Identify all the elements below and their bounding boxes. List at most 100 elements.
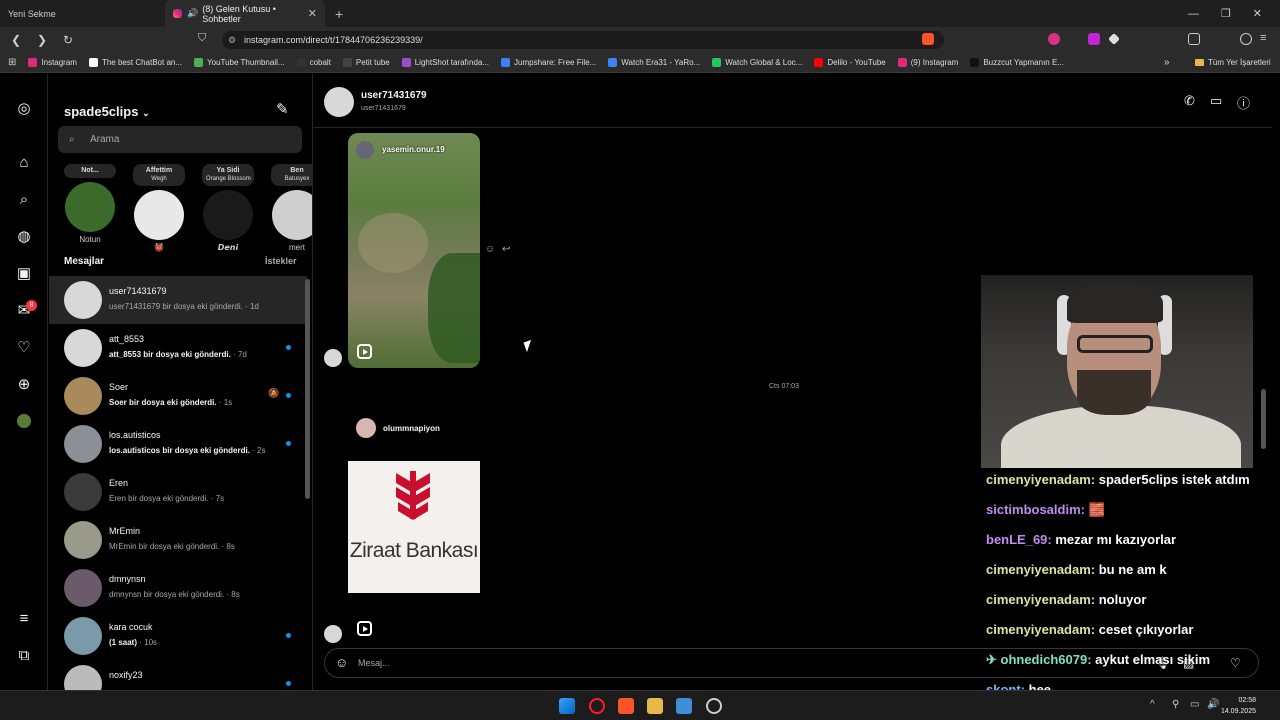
emoji-icon[interactable]: ☺	[335, 655, 348, 670]
explore-icon[interactable]: ◍	[15, 228, 33, 246]
monitor-icon[interactable]: ▭	[1190, 699, 1199, 710]
close-tab-icon[interactable]: ✕	[308, 7, 317, 20]
more-menu-icon[interactable]: ≡	[15, 610, 33, 628]
tab-new-tab[interactable]: Yeni Sekme	[0, 0, 165, 27]
react-emoji-icon[interactable]: ☺	[485, 244, 495, 255]
system-clock[interactable]: 02:58 14.09.2025	[1221, 695, 1256, 717]
conversation-row[interactable]: att_8553 att_8553 bir dosya eki gönderdi.…	[49, 324, 307, 372]
folder-icon	[1195, 59, 1204, 66]
info-icon[interactable]: ⓘ	[1237, 93, 1250, 112]
create-icon[interactable]: ⊕	[15, 376, 33, 394]
messages-heading: Mesajlar	[64, 256, 105, 267]
site-info-icon[interactable]: ⚙	[228, 31, 236, 49]
bookmark-item[interactable]: YouTube Thumbnail...	[194, 58, 285, 67]
conversation-avatar	[64, 329, 102, 367]
bookmark-icon[interactable]: ⛉	[198, 32, 206, 45]
search-icon[interactable]: ⌕	[15, 191, 33, 209]
minimize-icon[interactable]: —	[1188, 8, 1199, 20]
menu-icon[interactable]: ≡	[1260, 32, 1266, 44]
bookmark-label: LightShot tarafında...	[414, 58, 490, 67]
new-tab-button[interactable]: +	[335, 6, 343, 22]
close-window-icon[interactable]: ✕	[1253, 7, 1262, 20]
bookmark-item[interactable]: Petit tube	[342, 58, 390, 67]
extension-icon[interactable]	[1108, 33, 1120, 45]
voice-call-icon[interactable]: ✆	[1184, 93, 1195, 109]
instagram-logo-icon[interactable]: ◎	[15, 100, 33, 118]
bookmark-item[interactable]: cobalt	[296, 58, 331, 67]
tab-instagram-inbox[interactable]: 🔊 (8) Gelen Kutusu • Sohbetler ✕	[165, 0, 325, 27]
chat-title[interactable]: user71431679	[361, 90, 427, 101]
reload-icon[interactable]: ↻	[58, 33, 78, 47]
reel-author-avatar	[356, 141, 374, 159]
conversation-row[interactable]: user71431679 user71431679 bir dosya eki g…	[49, 276, 307, 324]
conversation-row[interactable]: los.autisticos los.autisticos bir dosya e…	[49, 420, 307, 468]
video-call-icon[interactable]: ▭	[1210, 93, 1222, 109]
bookmark-item[interactable]: LightShot tarafında...	[401, 58, 490, 67]
brave-shield-icon[interactable]	[922, 33, 934, 45]
file-explorer-icon[interactable]	[647, 698, 663, 714]
conversation-row[interactable]: MrEmin MrEmin bir dosya eki gönderdi. · 8…	[49, 516, 307, 564]
note-item[interactable]: Not... Notun	[64, 164, 116, 244]
apps-grid-icon[interactable]: ⊞	[8, 57, 16, 68]
network-icon[interactable]: ⚲	[1172, 699, 1179, 710]
opera-icon[interactable]	[589, 698, 605, 714]
obs-icon[interactable]	[706, 698, 722, 714]
volume-icon[interactable]: 🔊	[1207, 699, 1219, 710]
reply-icon[interactable]: ↩	[502, 244, 510, 255]
more-bookmarks-icon[interactable]: »	[1164, 57, 1170, 68]
sidebar-toggle-icon[interactable]	[1188, 33, 1200, 45]
notifications-heart-icon[interactable]: ♡	[15, 339, 33, 357]
forward-icon[interactable]: ❯	[32, 33, 52, 47]
account-switcher[interactable]: spade5clips ⌄	[64, 104, 150, 119]
windows-taskbar: ^ ⚲ ▭ 🔊 02:58 14.09.2025	[0, 690, 1280, 720]
note-item[interactable]: Ya Sidi Orange Blossom 𝘿𝙚𝙣𝙞	[202, 164, 254, 252]
vpn-icon[interactable]	[1240, 33, 1252, 45]
bookmark-item[interactable]: (9) Instagram	[897, 58, 958, 67]
extension-icon[interactable]	[1088, 33, 1100, 45]
chat-avatar[interactable]	[324, 87, 354, 117]
shared-post[interactable]: Ziraat Bankası	[348, 461, 480, 593]
bookmark-item[interactable]: Delilo - YouTube	[814, 58, 886, 67]
conversation-row[interactable]: kara cocuk (1 saat) · 10s	[49, 612, 307, 660]
restore-icon[interactable]: ❐	[1221, 7, 1231, 20]
bookmark-item[interactable]: Watch Era31 - YaRo...	[608, 58, 700, 67]
all-bookmarks[interactable]: Tüm Yer İşaretleri	[1195, 58, 1271, 67]
conversation-row[interactable]: dmnynsn dmnynsn bir dosya eki gönderdi. ·…	[49, 564, 307, 612]
url-field[interactable]: ⚙ instagram.com/direct/t/178447062362393…	[222, 31, 944, 49]
app-icon[interactable]	[676, 698, 692, 714]
chat-scrollbar[interactable]	[1261, 389, 1266, 449]
bookmark-item[interactable]: Instagram	[28, 58, 77, 67]
conversation-name: Soer	[109, 382, 129, 392]
bookmark-item[interactable]: Watch Global & Loc...	[712, 58, 802, 67]
separator: ·	[242, 302, 250, 311]
note-item[interactable]: Affettim Wegh 👹	[133, 164, 185, 252]
inbox-scrollbar[interactable]	[305, 279, 310, 499]
sender-avatar	[324, 349, 342, 367]
requests-link[interactable]: İstekler	[265, 256, 297, 266]
back-icon[interactable]: ❮	[6, 33, 26, 47]
search-input[interactable]: ⌕ Arama	[58, 126, 302, 153]
reels-icon[interactable]: ▣	[15, 265, 33, 283]
shared-reel[interactable]: yasemin.onur.19	[348, 133, 480, 368]
conversation-row[interactable]: noxify23	[49, 660, 307, 690]
profile-avatar[interactable]	[17, 414, 31, 428]
bookmark-item[interactable]: Jumpshare: Free File...	[501, 58, 596, 67]
note-item[interactable]: Ben Batusyex mert	[271, 164, 312, 252]
bookmark-item[interactable]: The best ChatBot an...	[88, 58, 182, 67]
conversation-row[interactable]: Soer Soer bir dosya eki gönderdi. · 1s 🔕	[49, 372, 307, 420]
bookmark-item[interactable]: Buzzcut Yapmanın E...	[970, 58, 1064, 67]
conversation-row[interactable]: Eren Eren bir dosya eki gönderdi. · 7s	[49, 468, 307, 516]
conversation-preview: (1 saat) · 10s	[109, 638, 157, 647]
home-icon[interactable]: ⌂	[15, 154, 33, 172]
extension-icon[interactable]	[1048, 33, 1060, 45]
note-bubble: Ben Batusyex	[271, 164, 312, 186]
note-avatar	[272, 190, 312, 240]
tray-chevron-icon[interactable]: ^	[1150, 699, 1155, 710]
brave-icon[interactable]	[618, 698, 634, 714]
conversation-preview-text: los.autisticos bir dosya eki gönderdi.	[109, 446, 250, 455]
meta-apps-icon[interactable]: ⧉	[15, 647, 33, 665]
reel-author-name: yasemin.onur.19	[382, 145, 445, 154]
start-windows-icon[interactable]	[559, 698, 575, 714]
new-message-icon[interactable]: ✎	[276, 100, 289, 118]
streamer-webcam	[981, 275, 1253, 468]
